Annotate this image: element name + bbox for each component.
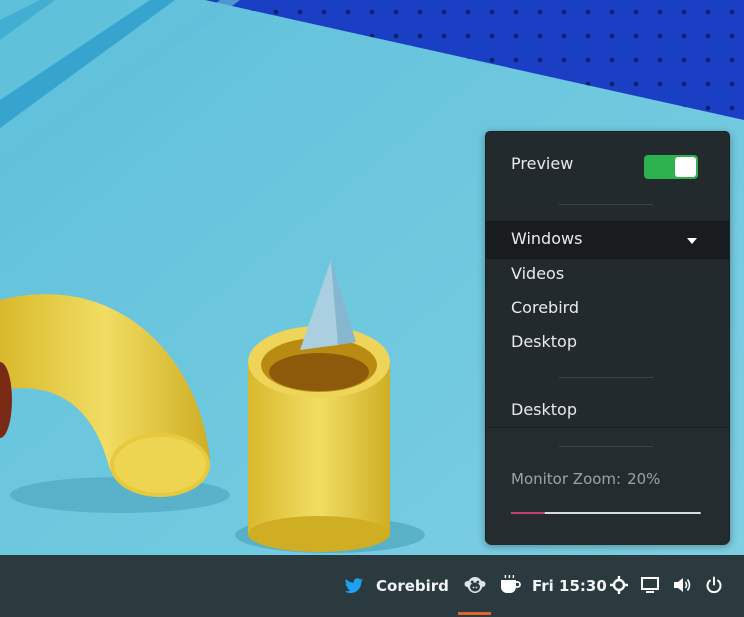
preview-toggle-switch[interactable] (644, 155, 698, 179)
active-app-name[interactable]: Corebird (376, 575, 449, 597)
menu-item-desktop[interactable]: Desktop (511, 332, 577, 351)
workspace-preview-popover: Preview Windows Videos Corebird Desktop … (485, 131, 730, 545)
menu-item-current-desktop[interactable]: Desktop (511, 400, 577, 419)
menu-item-videos[interactable]: Videos (511, 264, 564, 283)
zoom-label-text: Monitor Zoom: (511, 470, 622, 488)
zoom-value: 20% (627, 470, 661, 488)
twitter-bird-icon[interactable] (341, 573, 367, 599)
preview-label: Preview (511, 154, 574, 173)
clock[interactable]: Fri 15:30 (532, 575, 607, 597)
menu-item-corebird[interactable]: Corebird (511, 298, 579, 317)
network-icon[interactable] (607, 572, 631, 598)
screen-icon[interactable] (638, 572, 662, 598)
view-mode-dropdown[interactable]: Windows (486, 221, 729, 259)
monkey-icon[interactable] (462, 572, 488, 598)
chevron-down-icon (687, 238, 697, 244)
coffee-cup-icon[interactable] (497, 572, 523, 598)
monitor-zoom-slider[interactable] (511, 512, 701, 514)
separator (559, 377, 653, 378)
volume-icon[interactable] (670, 572, 694, 598)
zoom-slider-fill (511, 512, 545, 514)
monitor-zoom-label: Monitor Zoom: 20% (511, 470, 666, 488)
power-icon[interactable] (702, 572, 726, 598)
toggle-knob (675, 157, 696, 177)
dropdown-selected-value: Windows (511, 229, 583, 248)
active-indicator (458, 612, 491, 615)
separator (559, 204, 653, 205)
taskbar: Corebird Fri 15:30 (0, 555, 744, 617)
zoom-section: Monitor Zoom: 20% (486, 427, 729, 545)
separator (559, 446, 653, 447)
